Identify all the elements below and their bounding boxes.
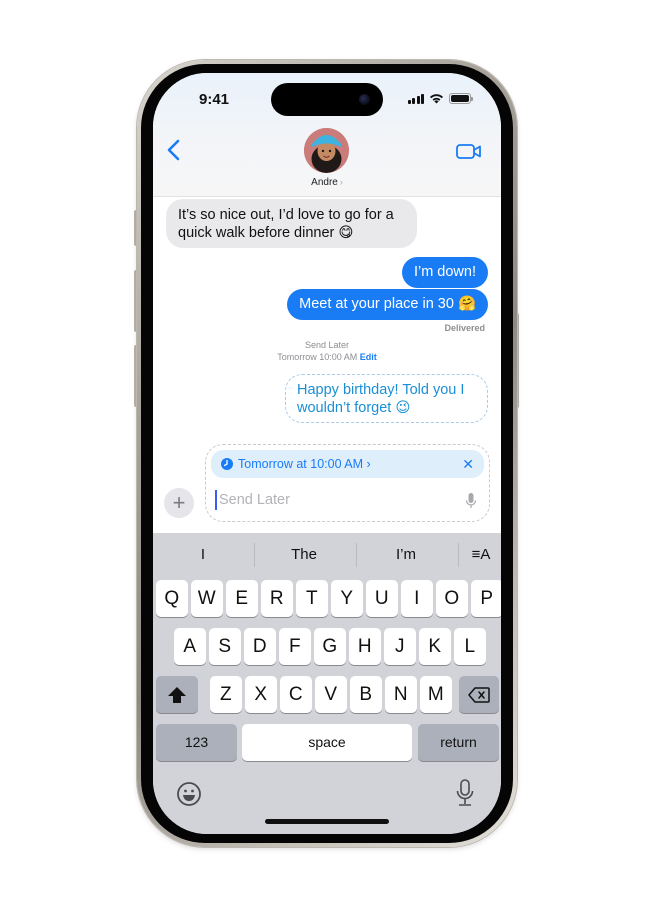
close-icon[interactable]: ✕ — [462, 456, 474, 473]
key-d[interactable]: D — [244, 628, 276, 665]
key-u[interactable]: U — [366, 580, 398, 617]
space-key[interactable]: space — [242, 724, 412, 761]
send-later-label: Send Later Tomorrow 10:00 AM Edit — [153, 339, 501, 363]
key-c[interactable]: C — [280, 676, 312, 713]
signal-icon — [407, 93, 424, 104]
key-j[interactable]: J — [384, 628, 416, 665]
delivered-status: Delivered — [444, 323, 485, 333]
key-w[interactable]: W — [191, 580, 223, 617]
battery-icon — [449, 93, 473, 104]
compose-box: Tomorrow at 10:00 AM › ✕ — [205, 444, 490, 522]
conversation-header: 9:41 Andre › — [153, 73, 501, 197]
key-o[interactable]: O — [436, 580, 468, 617]
shift-icon — [168, 687, 186, 703]
key-f[interactable]: F — [279, 628, 311, 665]
key-h[interactable]: H — [349, 628, 381, 665]
key-t[interactable]: T — [296, 580, 328, 617]
send-later-time: Tomorrow 10:00 AM — [277, 352, 358, 362]
contact-name: Andre — [311, 177, 338, 188]
message-bubble-incoming[interactable]: It’s so nice out, I’d love to go for a q… — [166, 199, 417, 248]
front-camera — [359, 94, 370, 105]
suggestion-item[interactable]: I — [153, 546, 253, 563]
key-y[interactable]: Y — [331, 580, 363, 617]
video-camera-icon[interactable] — [455, 141, 483, 161]
schedule-time-label: Tomorrow at 10:00 AM › — [238, 457, 371, 471]
contact-name-button[interactable]: Andre › — [153, 177, 501, 188]
dynamic-island — [271, 83, 383, 116]
key-k[interactable]: K — [419, 628, 451, 665]
key-n[interactable]: N — [385, 676, 417, 713]
key-s[interactable]: S — [209, 628, 241, 665]
message-bubble-outgoing[interactable]: I’m down! — [401, 257, 488, 288]
edit-schedule-link[interactable]: Edit — [360, 352, 377, 362]
key-e[interactable]: E — [226, 580, 258, 617]
key-a[interactable]: A — [174, 628, 206, 665]
chevron-left-icon[interactable] — [163, 137, 187, 163]
key-p[interactable]: P — [471, 580, 501, 617]
home-indicator[interactable] — [265, 819, 389, 824]
suggestion-item[interactable]: I’m — [356, 546, 456, 563]
key-m[interactable]: M — [420, 676, 452, 713]
key-v[interactable]: V — [315, 676, 347, 713]
key-g[interactable]: G — [314, 628, 346, 665]
emoji-icon[interactable] — [176, 781, 202, 807]
message-input[interactable] — [215, 490, 440, 510]
key-r[interactable]: R — [261, 580, 293, 617]
message-bubble-outgoing[interactable]: Meet at your place in 30 🤗 — [287, 289, 488, 320]
text-format-icon[interactable]: ≡A — [456, 546, 501, 563]
shift-key[interactable] — [156, 676, 198, 713]
wifi-icon — [430, 94, 443, 104]
phone-screen: 9:41 Andre › It’s so nice out, I’d love … — [153, 73, 501, 834]
return-key[interactable]: return — [418, 724, 499, 761]
clock-icon — [221, 458, 233, 470]
scheduled-message-bubble[interactable]: Happy birthday! Told you I wouldn’t forg… — [285, 374, 488, 423]
chevron-right-icon: › — [339, 177, 343, 187]
microphone-icon[interactable] — [456, 779, 474, 807]
contact-avatar[interactable] — [304, 128, 349, 173]
schedule-time-pill[interactable]: Tomorrow at 10:00 AM › ✕ — [211, 450, 484, 478]
microphone-icon[interactable] — [465, 492, 477, 510]
status-icons — [407, 93, 473, 104]
keyboard: I The I’m ≡A QWERTYUIOP ASDFGHJKL ZXCVBN… — [153, 533, 501, 834]
key-l[interactable]: L — [454, 628, 486, 665]
memoji-avatar-icon — [304, 128, 349, 173]
suggestion-item[interactable]: The — [254, 546, 354, 563]
delete-key[interactable] — [459, 676, 499, 713]
key-b[interactable]: B — [350, 676, 382, 713]
key-x[interactable]: X — [245, 676, 277, 713]
key-i[interactable]: I — [401, 580, 433, 617]
numbers-key[interactable]: 123 — [156, 724, 237, 761]
delete-icon — [468, 687, 490, 703]
add-attachment-button[interactable]: + — [164, 488, 194, 518]
predictive-bar: I The I’m ≡A — [153, 533, 501, 578]
key-z[interactable]: Z — [210, 676, 242, 713]
status-time: 9:41 — [199, 91, 230, 108]
send-later-title: Send Later — [304, 340, 350, 350]
key-q[interactable]: Q — [156, 580, 188, 617]
